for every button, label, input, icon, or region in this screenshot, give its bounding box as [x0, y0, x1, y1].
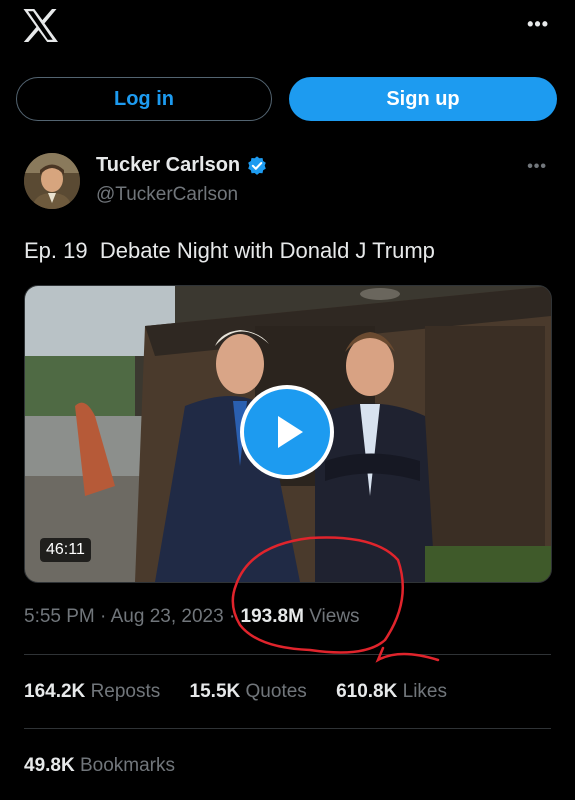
reposts-stat[interactable]: 164.2K Reposts: [24, 681, 160, 702]
x-logo-icon[interactable]: [22, 9, 58, 42]
author-name[interactable]: Tucker Carlson: [96, 154, 240, 177]
bookmarks-label: Bookmarks: [79, 755, 176, 776]
views-count: 193.8M: [240, 606, 304, 627]
author-name-row[interactable]: Tucker Carlson: [96, 154, 268, 177]
quotes-stat[interactable]: 15.5K Quotes: [190, 681, 307, 702]
divider: [24, 654, 551, 655]
divider: [24, 728, 551, 729]
more-horizontal-icon[interactable]: •••: [527, 158, 547, 176]
engagement-stats: 164.2K Reposts 15.5K Quotes 610.8K Likes: [24, 681, 471, 703]
quotes-label: Quotes: [245, 681, 307, 702]
likes-stat[interactable]: 610.8K Likes: [336, 681, 447, 702]
signup-button[interactable]: Sign up: [289, 77, 557, 121]
post-text: Ep. 19 Debate Night with Donald J Trump: [24, 238, 435, 263]
post-date[interactable]: Aug 23, 2023: [111, 606, 224, 627]
bookmarks-stat[interactable]: 49.8K Bookmarks: [24, 755, 175, 777]
verified-badge-icon: [248, 155, 266, 175]
reposts-count: 164.2K: [24, 681, 86, 702]
post-time[interactable]: 5:55 PM: [24, 606, 95, 627]
separator: ·: [100, 606, 107, 627]
post-metadata: 5:55 PM · Aug 23, 2023 · 193.8M Views: [24, 606, 360, 628]
play-icon: [278, 416, 303, 448]
likes-count: 610.8K: [336, 681, 398, 702]
reposts-label: Reposts: [90, 681, 161, 702]
top-bar: •••: [0, 0, 575, 60]
avatar-image: [24, 153, 80, 209]
likes-label: Likes: [402, 681, 447, 702]
views-label: Views: [309, 606, 360, 627]
separator: ·: [228, 606, 236, 627]
author-handle[interactable]: @TuckerCarlson: [96, 184, 238, 206]
more-horizontal-icon[interactable]: •••: [527, 14, 549, 35]
video-duration: 46:11: [40, 538, 91, 562]
quotes-count: 15.5K: [189, 681, 241, 702]
login-button[interactable]: Log in: [16, 77, 272, 121]
bookmarks-count: 49.8K: [24, 755, 75, 776]
play-button[interactable]: [240, 385, 334, 479]
avatar[interactable]: [24, 153, 80, 209]
